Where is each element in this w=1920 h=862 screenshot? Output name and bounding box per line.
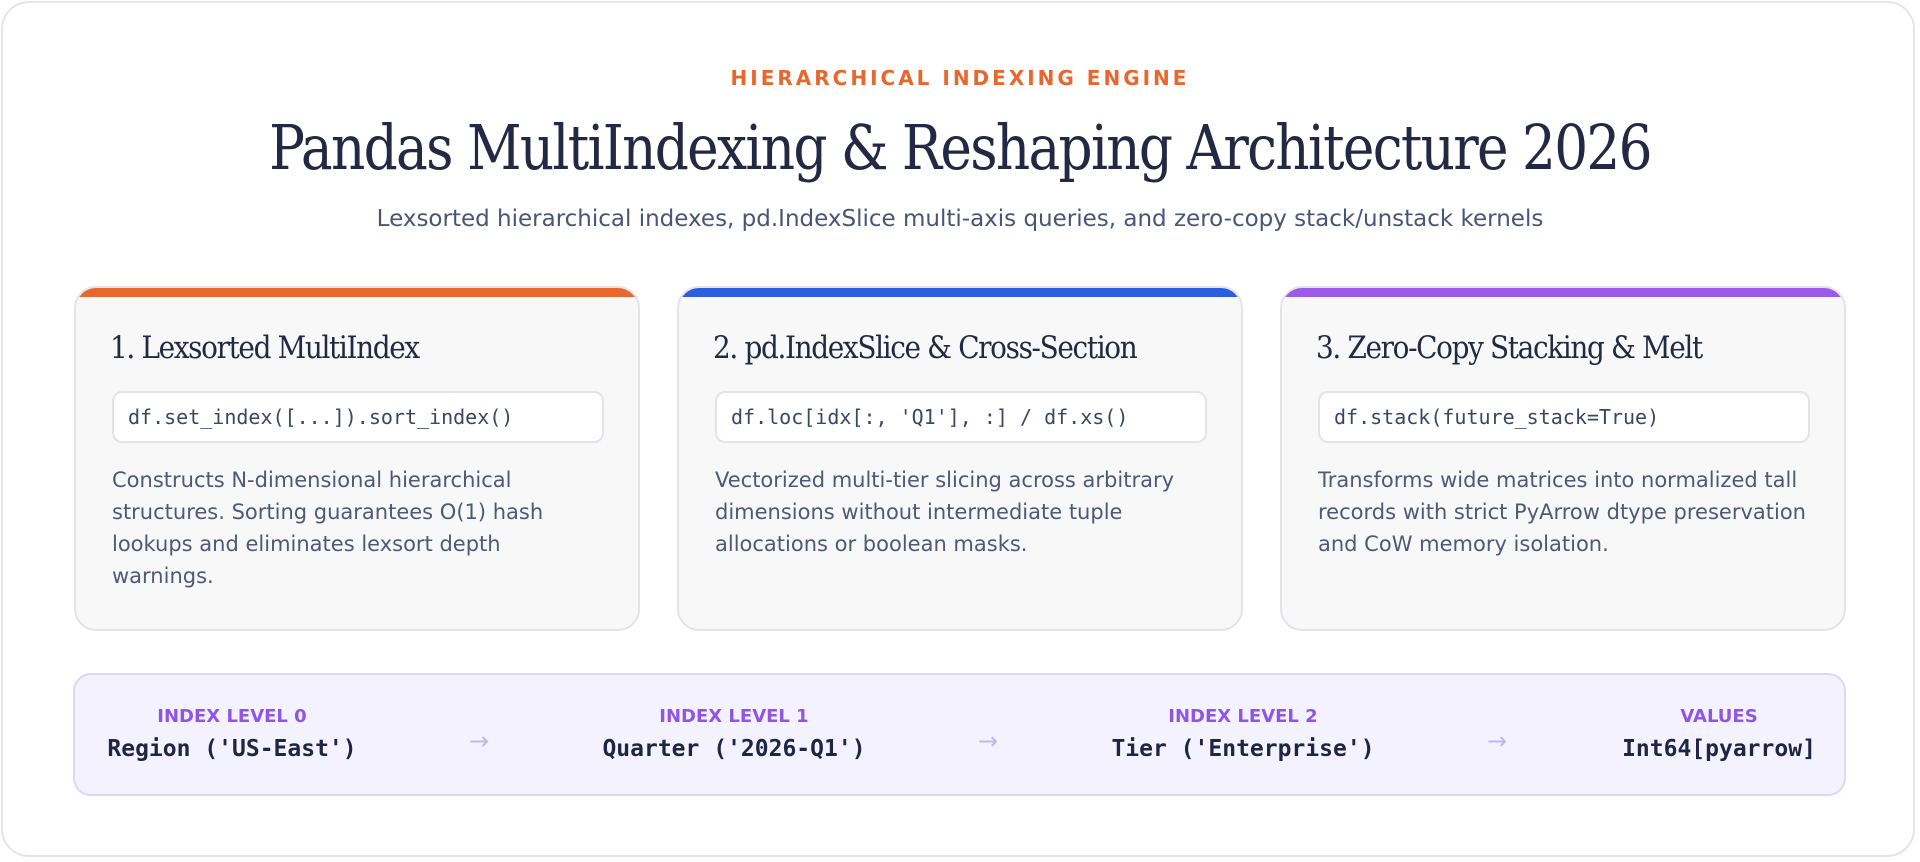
page-title: Pandas MultiIndexing & Reshaping Archite… — [269, 111, 1652, 184]
stage-value: Quarter ('2026-Q1') — [602, 736, 866, 762]
stage-value: Tier ('Enterprise') — [1111, 736, 1375, 762]
code-snippet: df.set_index([...]).sort_index() — [112, 391, 604, 443]
card-accent-bar — [76, 288, 638, 297]
arrow-right-icon: → — [468, 727, 490, 755]
pipeline-stage-level-1: INDEX LEVEL 1 Quarter ('2026-Q1') — [602, 705, 865, 767]
card-accent-bar — [1282, 288, 1844, 297]
card-zero-copy-stacking: 3. Zero-Copy Stacking & Melt df.stack(fu… — [1280, 286, 1846, 631]
card-title: 3. Zero-Copy Stacking & Melt — [1316, 330, 1703, 366]
card-description: Transforms wide matrices into normalized… — [1318, 468, 1806, 556]
arrow-right-icon: → — [1486, 727, 1508, 755]
code-snippet: df.loc[idx[:, 'Q1'], :] / df.xs() — [715, 391, 1207, 443]
card-indexslice-cross-section: 2. pd.IndexSlice & Cross-Section df.loc[… — [677, 286, 1243, 631]
code-snippet: df.stack(future_stack=True) — [1318, 391, 1810, 443]
card-accent-bar — [679, 288, 1241, 297]
card-description: Constructs N-dimensional hierarchical st… — [112, 468, 544, 588]
pipeline-stage-values: VALUES Int64[pyarrow] — [1622, 705, 1816, 767]
card-description: Vectorized multi-tier slicing across arb… — [715, 468, 1175, 556]
index-pipeline: INDEX LEVEL 0 Region ('US-East') → INDEX… — [73, 673, 1846, 796]
arrow-right-icon: → — [977, 727, 999, 755]
stage-value: Int64[pyarrow] — [1622, 736, 1816, 762]
stage-label: INDEX LEVEL 2 — [1168, 706, 1318, 727]
pipeline-stage-level-0: INDEX LEVEL 0 Region ('US-East') — [107, 705, 356, 767]
stage-label: INDEX LEVEL 1 — [659, 706, 809, 727]
stage-value: Region ('US-East') — [107, 736, 357, 762]
card-title: 1. Lexsorted MultiIndex — [110, 330, 420, 366]
stage-label: VALUES — [1680, 706, 1758, 727]
stage-label: INDEX LEVEL 0 — [157, 706, 307, 727]
card-title: 2. pd.IndexSlice & Cross-Section — [713, 330, 1138, 366]
card-lexsorted-multiindex: 1. Lexsorted MultiIndex df.set_index([..… — [74, 286, 640, 631]
page-subtitle: Lexsorted hierarchical indexes, pd.Index… — [376, 206, 1544, 232]
eyebrow-label: HIERARCHICAL INDEXING ENGINE — [730, 66, 1190, 90]
pipeline-stage-level-2: INDEX LEVEL 2 Tier ('Enterprise') — [1111, 705, 1374, 767]
